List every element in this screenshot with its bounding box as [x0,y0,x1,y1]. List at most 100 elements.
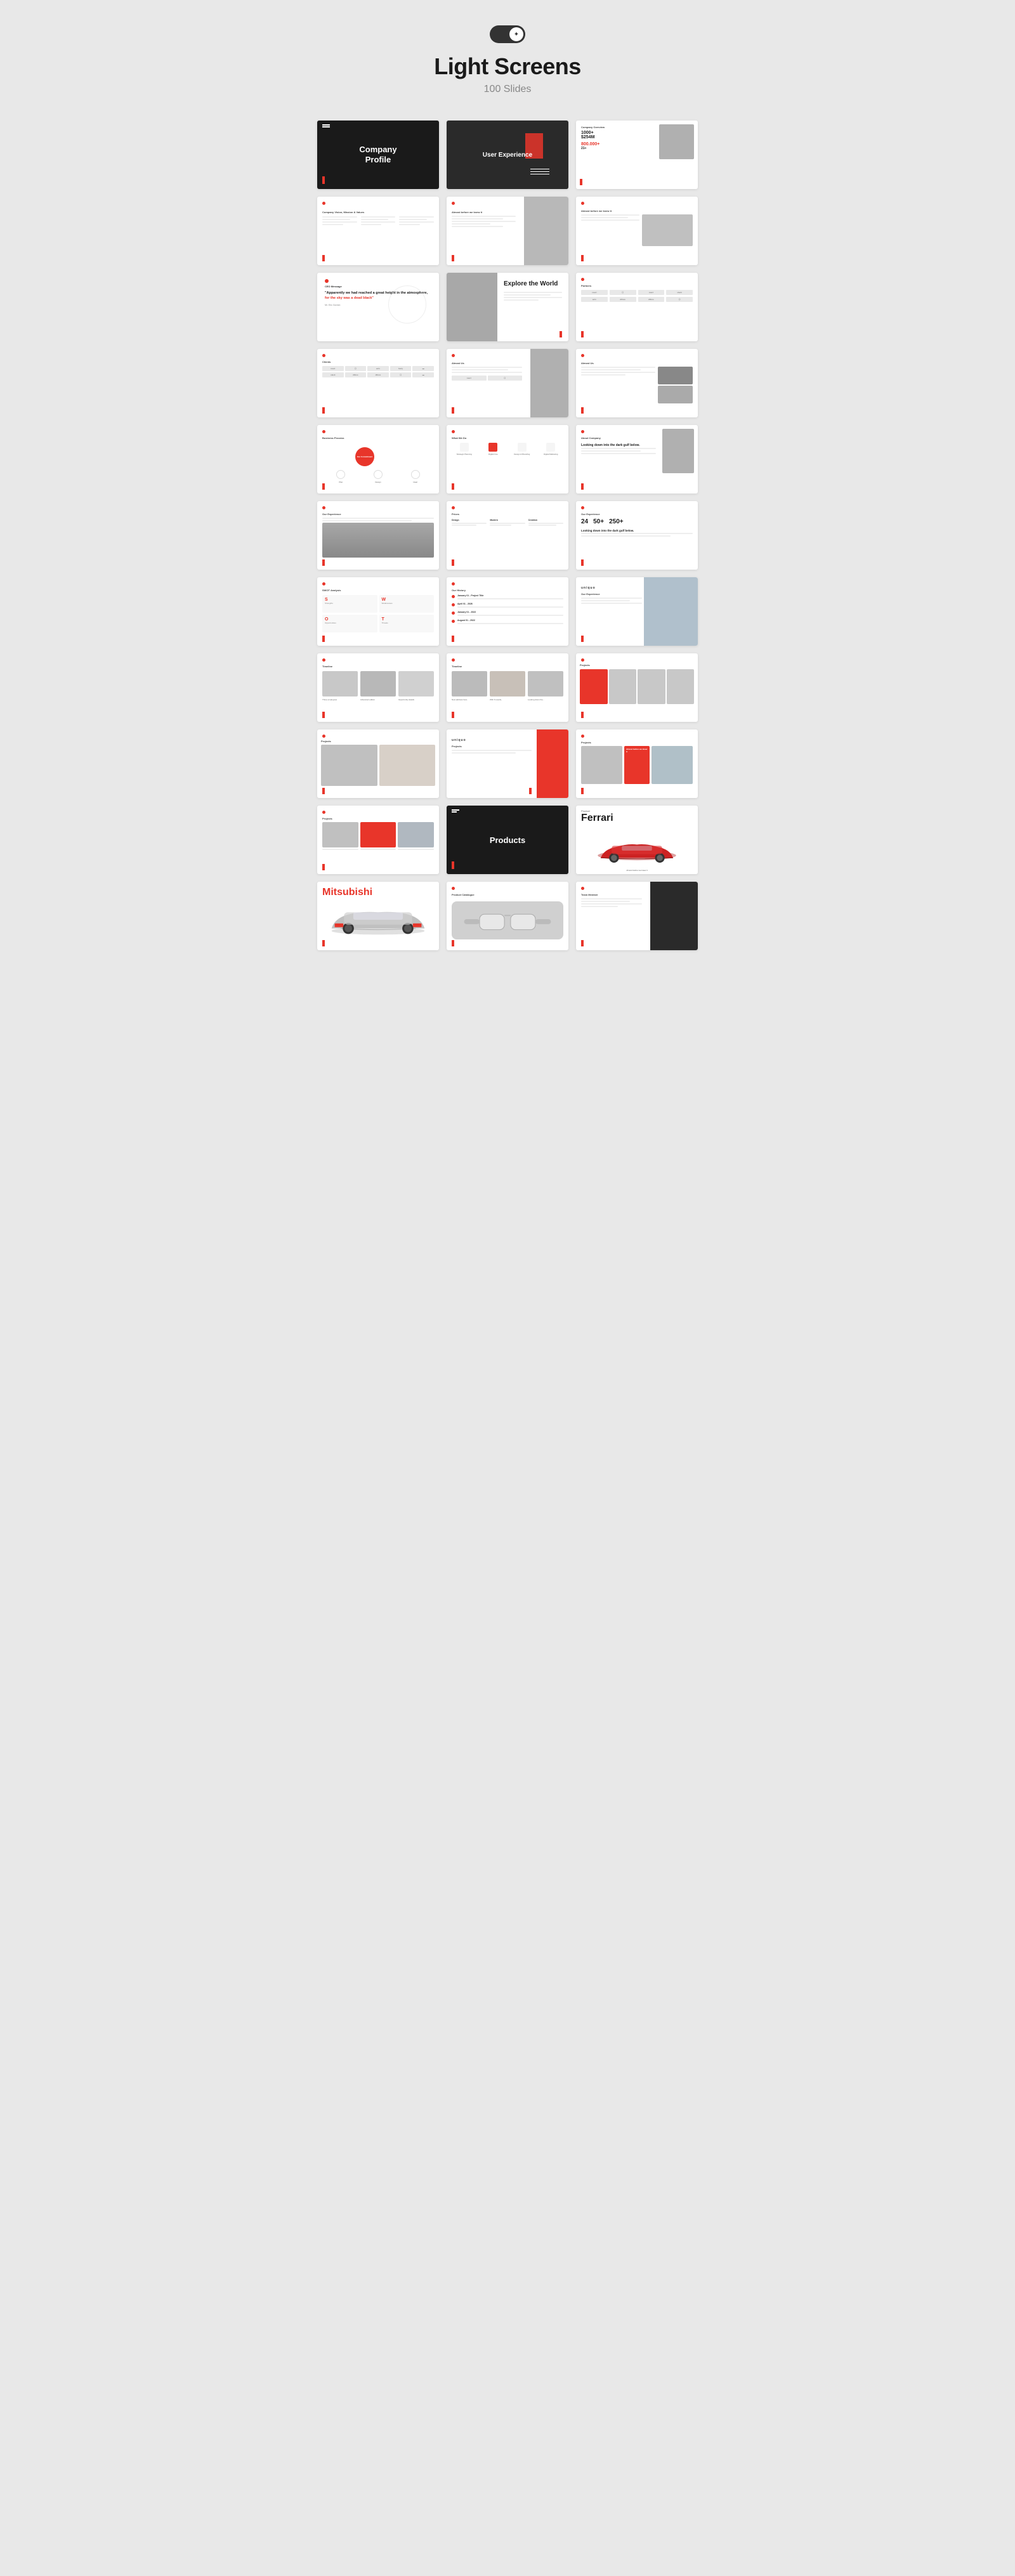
hist-desc-2 [457,606,563,608]
c9: ☐ [390,372,412,377]
explore-text [504,292,562,301]
hist-desc-3 [457,615,563,616]
exp-stats-text [581,533,693,537]
slide-clients2[interactable]: Almost Us react ☐ [447,349,568,417]
red-bottom [581,407,584,414]
slide-ceo-message[interactable]: CEO Message "Apparently we had reached a… [317,273,439,341]
swot-letter-t: T [382,617,432,622]
slide-overview[interactable]: Company Overview 1000+ $254M 800.000+ 21… [576,121,698,189]
proj2-content: Projects [321,740,435,786]
slide-timeline2[interactable]: Timeline New address here. With 6 result… [447,653,568,722]
slide-partners[interactable]: Partners react ☐ react slack actv dllnce… [576,273,698,341]
slide-vision[interactable]: Company Vision, Mission & Values [317,197,439,265]
red-dot [322,430,325,433]
red-bar-accent [322,176,325,184]
slide-products-dark[interactable]: Products [447,806,568,874]
slide-explore-world[interactable]: Explore the World [447,273,568,341]
slide-whatwedo[interactable]: What We Do Strategic Planning Digital Us… [447,425,568,494]
tl-lbl-2: Advanced edition [360,698,396,701]
red-bottom [452,483,454,490]
proj-red-logo-text: uniquo [452,738,466,742]
theme-toggle[interactable]: ✦ [490,25,525,43]
proj-red-logo: uniquo [452,738,466,742]
slide6-text [581,214,639,246]
red-bottom [452,407,454,414]
about-photo [662,429,694,473]
slide-user-experience[interactable]: User Experience [447,121,568,189]
swot-title: SWOT Analysis [322,589,434,592]
swot-name-o: Opportunities [325,622,375,624]
proj-red2-row: Almost before we knew it [581,746,693,784]
swot-letter-w: W [382,598,432,602]
red-dot [581,202,584,205]
logo-line-2 [452,811,457,813]
swot-w: W Weaknesses [379,595,435,613]
prices-content: Prices Design Modern C [452,513,563,526]
hist-slide-title: Our Experience [581,592,642,596]
red-dot [322,658,325,662]
hist-item-3: January 01 - 2022 [452,611,563,616]
history-items: January 01 - Project Title April 01 - 20… [452,594,563,624]
red-bottom [452,712,454,718]
text-lines-3 [399,216,434,225]
slide-proj-red[interactable]: uniquo Projects [447,729,568,798]
tl2-lbl-2: With 6 results, [490,698,525,701]
partner-4: slack [666,290,693,295]
slide-process[interactable]: Business Process Our Commitment Plan Des… [317,425,439,494]
slide5-text [452,216,516,227]
proj-card-2 [360,822,396,850]
red-bottom [581,712,584,718]
slide-6[interactable]: Almost before we knew it [576,197,698,265]
slide-about-company[interactable]: About Company Looking down into the dark… [576,425,698,494]
proj-cards-row [322,822,434,850]
page-title: Light Screens [434,53,581,80]
slide-timeline[interactable]: Timeline Three employees Advanced editio… [317,653,439,722]
last-content: Team Member [581,893,642,907]
red-text: for the sky was a dead black" [325,296,374,300]
slide-swot[interactable]: SWOT Analysis S Strengths W Weaknesses O… [317,577,439,646]
explore-content: Explore the World [497,273,568,341]
slide-proj-cards[interactable]: Projects [317,806,439,874]
slide-exp-stats[interactable]: Our Experience 24 50+ 250+ Looking down … [576,501,698,570]
slide5-label: Almost before we knew it [452,211,516,214]
proj-col-1 [580,669,608,704]
slide-mitsubishi[interactable]: Mitsubishi [317,882,439,950]
slide-clients[interactable]: Clients react ☐ actv facty ▬ slack dllnc… [317,349,439,417]
slide-hist-photo[interactable]: uniquo Our Experience [576,577,698,646]
wwd-lbl-2: Digital Use [488,453,498,455]
slide-last[interactable]: Team Member [576,882,698,950]
slide-5[interactable]: Almost before we knew it [447,197,568,265]
vr-title: Product Catalogue [452,893,563,896]
slide-exp-building[interactable]: Our Experience [317,501,439,570]
modern-lines [490,523,525,526]
proj-c1-img [322,822,358,847]
slide-proj-2col[interactable]: Projects [317,729,439,798]
slide-history[interactable]: Our History January 01 - Project Title A… [447,577,568,646]
price-creation: Creation [528,519,563,526]
proj-c2-img [360,822,396,847]
last-dark-photo [650,882,698,950]
slides-grid: CompanyProfile User Experience Company O… [317,121,698,950]
slide-about-dark[interactable]: Almost Us [576,349,698,417]
circle-decoration [388,285,426,324]
ferrari-car-svg [586,839,688,863]
tl-photo-2 [360,671,396,696]
tl2-photo-2 [490,671,525,696]
text-lines-1 [322,216,357,225]
ferrari-car-container [586,839,688,863]
slide-proj-red2[interactable]: Projects Almost before we knew it [576,729,698,798]
proj-4cols [580,669,694,704]
process-center: Our Commitment [355,447,374,466]
slide-ferrari[interactable]: Product Ferrari Almost before we knew it [576,806,698,874]
exp-250: 250+ [609,518,624,525]
red-bar [580,179,582,185]
red-dot [581,506,584,509]
slide-company-profile[interactable]: CompanyProfile [317,121,439,189]
slide-prices[interactable]: Prices Design Modern C [447,501,568,570]
slide-projects-4col[interactable]: Projects [576,653,698,722]
about-title: Almost Us [581,362,693,365]
slide-vr[interactable]: Product Catalogue [447,882,568,950]
c3: actv [367,366,389,371]
history-title: Our History [452,589,563,592]
red-bottom [322,712,325,718]
